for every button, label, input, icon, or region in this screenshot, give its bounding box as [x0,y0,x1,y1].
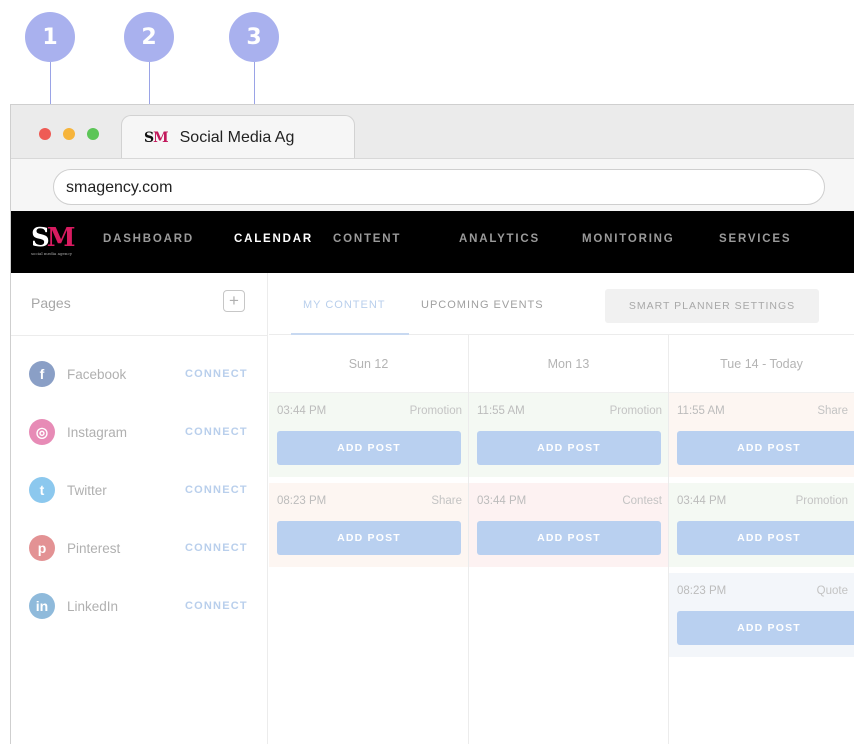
slot-time: 03:44 PM [677,495,727,507]
main-content: Pages + f Facebook CONNECT ◎ Instagram CONNEC… [11,273,854,744]
connect-link[interactable]: CONNECT [185,426,248,438]
post-slot: 03:44 PM Promotion ADD POST [269,393,468,477]
day-column: Tue 14 - Today 11:55 AM Share ADD POST 03:44… [669,335,854,744]
connect-link[interactable]: CONNECT [185,484,248,496]
slot-time: 03:44 PM [477,495,527,507]
slot-time: 08:23 PM [277,495,327,507]
slot-type: Promotion [409,405,462,417]
minimize-window-button[interactable] [63,128,75,140]
logo-tagline: social media agency [31,251,72,256]
page-name: Instagram [67,425,128,440]
add-post-button[interactable]: ADD POST [677,611,854,645]
page-name: Facebook [67,367,127,382]
slot-type: Promotion [795,495,848,507]
callout-1: 1 [25,12,75,62]
slot-time: 11:55 AM [477,405,525,417]
nav-services[interactable]: SERVICES [719,233,791,245]
app-navbar: SM social media agency DASHBOARD CALENDAR… [11,211,854,273]
page-name: Pinterest [67,541,121,556]
slot-time: 11:55 AM [677,405,725,417]
browser-tab[interactable]: SM Social Media Ag [121,115,355,159]
add-post-button[interactable]: ADD POST [677,431,854,465]
day-header: Tue 14 - Today [669,335,854,393]
connect-link[interactable]: CONNECT [185,542,248,554]
callout-3: 3 [229,12,279,62]
nav-calendar[interactable]: CALENDAR [234,233,313,245]
calendar-tabs: MY CONTENT UPCOMING EVENTS SMART PLANNER… [269,273,854,335]
site-favicon: SM [144,129,169,146]
slot-time: 08:23 PM [677,585,727,597]
page-item-twitter: t Twitter CONNECT [29,477,259,507]
post-slot: 08:23 PM Share ADD POST [269,483,468,567]
smart-planner-settings-button[interactable]: SMART PLANNER SETTINGS [605,289,819,323]
day-header: Mon 13 [469,335,668,393]
twitter-icon: t [29,477,55,503]
post-slot: 03:44 PM Contest ADD POST [469,483,668,567]
add-post-button[interactable]: ADD POST [677,521,854,555]
tab-my-content[interactable]: MY CONTENT [303,299,386,311]
pinterest-icon: p [29,535,55,561]
screenshot-stage: 1 2 3 SM Social Media Ag smagency.com SM… [0,0,854,744]
add-post-button[interactable]: ADD POST [477,431,661,465]
nav-dashboard[interactable]: DASHBOARD [103,233,194,245]
post-slot: 08:23 PM Quote ADD POST [669,573,854,657]
slot-type: Contest [622,495,662,507]
slot-type: Promotion [609,405,662,417]
slot-type: Share [817,405,848,417]
page-item-instagram: ◎ Instagram CONNECT [29,419,259,449]
nav-content[interactable]: CONTENT [333,233,401,245]
slot-type: Quote [816,585,848,597]
post-slot: 03:44 PM Promotion ADD POST [669,483,854,567]
plus-icon[interactable]: + [223,290,245,312]
add-post-button[interactable]: ADD POST [277,521,461,555]
browser-window: SM Social Media Ag smagency.com SM social… [10,104,854,744]
browser-toolbar: smagency.com [11,158,854,211]
page-item-pinterest: p Pinterest CONNECT [29,535,259,565]
pages-sidebar: Pages + f Facebook CONNECT ◎ Instagram CONNEC… [11,273,268,744]
add-post-button[interactable]: ADD POST [277,431,461,465]
day-column: Mon 13 11:55 AM Promotion ADD POST 03:44 PM C… [469,335,669,744]
nav-monitoring[interactable]: MONITORING [582,233,675,245]
connect-link[interactable]: CONNECT [185,368,248,380]
sidebar-title: Pages [31,295,71,311]
nav-analytics[interactable]: ANALYTICS [459,233,540,245]
linkedin-icon: in [29,593,55,619]
page-item-linkedin: in LinkedIn CONNECT [29,593,259,623]
tab-title: Social Media Ag [179,128,295,146]
callout-2: 2 [124,12,174,62]
page-name: LinkedIn [67,599,119,614]
page-name: Twitter [67,483,107,498]
facebook-icon: f [29,361,55,387]
post-slot: 11:55 AM Share ADD POST [669,393,854,477]
day-column: Sun 12 03:44 PM Promotion ADD POST 08:23 PM S… [269,335,469,744]
day-header: Sun 12 [269,335,468,393]
address-bar[interactable]: smagency.com [53,169,825,205]
tab-upcoming-events[interactable]: UPCOMING EVENTS [421,299,544,311]
add-post-button[interactable]: ADD POST [477,521,661,555]
app-logo[interactable]: SM social media agency [31,223,76,256]
page-item-facebook: f Facebook CONNECT [29,361,259,391]
post-slot: 11:55 AM Promotion ADD POST [469,393,668,477]
slot-time: 03:44 PM [277,405,327,417]
slot-type: Share [431,495,462,507]
instagram-icon: ◎ [29,419,55,445]
close-window-button[interactable] [39,128,51,140]
maximize-window-button[interactable] [87,128,99,140]
sidebar-divider [11,335,268,336]
connect-link[interactable]: CONNECT [185,600,248,612]
